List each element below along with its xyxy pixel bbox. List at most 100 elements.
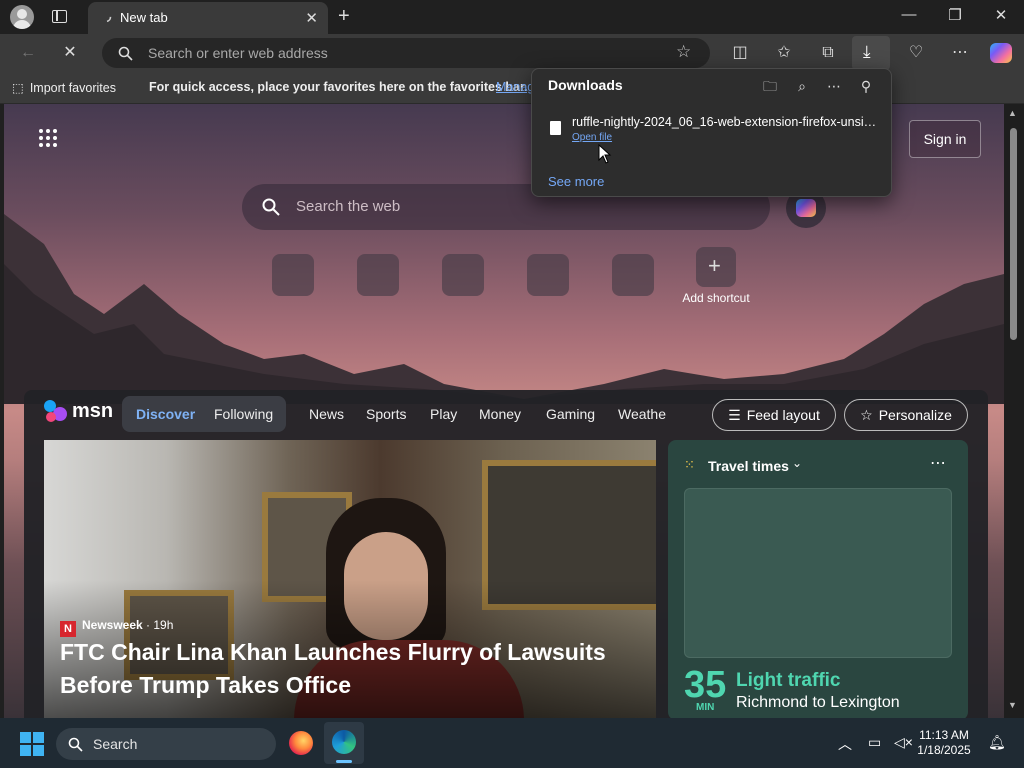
newsweek-logo-icon: N — [60, 621, 76, 637]
more-options-icon[interactable]: ⋯ — [824, 76, 844, 96]
favorites-bar-message: For quick access, place your favorites h… — [149, 80, 528, 94]
taskbar: Search ︿ ▭ ◁× 11:13 AM 1/18/2025 🔔︎ — [0, 718, 1024, 768]
travel-minutes-unit: MIN — [696, 702, 715, 713]
story-headline[interactable]: FTC Chair Lina Khan Launches Flurry of L… — [60, 636, 620, 702]
mouse-cursor-icon — [598, 144, 612, 164]
import-icon: ⬚ — [12, 81, 24, 95]
tab-following[interactable]: Following — [214, 406, 273, 422]
page-scrollbar[interactable]: ▲ ▼ — [1004, 104, 1024, 718]
clock-time: 11:13 AM — [919, 728, 969, 742]
search-downloads-icon[interactable]: ⌕ — [792, 76, 812, 96]
travel-times-title[interactable]: Travel times — [708, 458, 789, 474]
traffic-map[interactable] — [684, 488, 952, 658]
active-app-indicator — [336, 760, 352, 763]
new-tab-button[interactable]: + — [338, 5, 350, 28]
taskbar-search-label: Search — [93, 736, 138, 752]
scroll-down-icon[interactable]: ▼ — [1008, 700, 1017, 710]
file-icon — [550, 121, 561, 135]
import-favorites-button[interactable]: ⬚ Import favorites — [12, 80, 116, 95]
add-shortcut-label: Add shortcut — [682, 291, 750, 305]
split-screen-icon[interactable]: ◫ — [728, 41, 752, 65]
downloads-button[interactable]: ⤓ — [852, 36, 890, 70]
open-folder-icon[interactable]: 🗀 — [760, 76, 780, 96]
copilot-icon[interactable] — [990, 43, 1012, 63]
traffic-icon: ⁙ — [684, 457, 695, 472]
tab-weather[interactable]: Weathe — [618, 406, 666, 422]
shortcut-tile[interactable] — [442, 254, 484, 296]
sliders-icon: ☰ — [728, 407, 741, 423]
downloads-flyout: Downloads 🗀 ⌕ ⋯ ⚲ ruffle-nightly-2024_06… — [531, 68, 892, 197]
taskbar-clock[interactable]: 11:13 AM 1/18/2025 — [904, 728, 984, 758]
favorites-icon[interactable]: ✩ — [772, 41, 796, 65]
close-tab-icon[interactable]: ✕ — [305, 9, 318, 27]
chevron-down-icon[interactable]: ⌄ — [792, 456, 802, 470]
toolbar: ← ✕ Search or enter web address ☆ ◫ ✩ ⧉ … — [0, 34, 1024, 72]
firefox-icon[interactable] — [289, 731, 313, 755]
browser-essentials-icon[interactable]: ♡ — [904, 41, 928, 65]
tab-discover[interactable]: Discover — [136, 406, 195, 422]
tab-money[interactable]: Money — [479, 406, 521, 422]
story-source: N Newsweek · 19h — [60, 618, 173, 637]
edge-icon — [332, 730, 356, 754]
start-button[interactable] — [20, 732, 44, 756]
tab-strip: New tab ✕ + — ❐ ✕ — [0, 0, 1024, 34]
travel-times-card: ⁙ Travel times ⌄ ⋯ 35 MIN Light traffic … — [668, 440, 968, 718]
msn-logo-icon — [44, 400, 70, 424]
close-window-button[interactable]: ✕ — [986, 6, 1016, 24]
sparkle-star-icon: ☆ — [860, 407, 873, 423]
favorite-star-icon[interactable]: ☆ — [676, 42, 691, 62]
show-hidden-icons-chevron-icon[interactable]: ︿ — [838, 734, 852, 754]
travel-minutes: 35 — [684, 664, 727, 706]
plus-icon: + — [708, 253, 721, 278]
manage-favorites-link[interactable]: Manag — [496, 80, 534, 94]
address-placeholder: Search or enter web address — [148, 45, 328, 61]
loading-spinner-icon — [100, 11, 112, 23]
traffic-status: Light traffic — [736, 670, 841, 691]
tab-title: New tab — [120, 10, 168, 25]
msn-feed: msn Discover Following News Sports Play … — [24, 390, 988, 718]
more-options-icon[interactable]: ⋯ — [948, 41, 972, 65]
sign-in-button[interactable]: Sign in — [909, 120, 981, 158]
search-icon — [262, 198, 280, 216]
feed-layout-button[interactable]: ☰ Feed layout — [712, 399, 836, 431]
tab-play[interactable]: Play — [430, 406, 457, 422]
minimize-button[interactable]: — — [894, 6, 924, 23]
tab-gaming[interactable]: Gaming — [546, 406, 595, 422]
scrollbar-thumb[interactable] — [1010, 128, 1017, 340]
network-icon[interactable]: ▭ — [868, 734, 881, 751]
msn-logo-text: msn — [72, 400, 114, 422]
back-icon[interactable]: ← — [16, 41, 40, 65]
personalize-button[interactable]: ☆ Personalize — [844, 399, 968, 431]
collections-icon[interactable]: ⧉ — [816, 41, 840, 65]
notifications-bell-icon[interactable]: 🔔︎ — [988, 734, 1006, 751]
travel-route: Richmond to Lexington — [736, 694, 900, 711]
restore-button[interactable]: ❐ — [940, 6, 970, 24]
tab-new-tab[interactable]: New tab ✕ — [88, 2, 328, 34]
scroll-up-icon[interactable]: ▲ — [1008, 108, 1017, 118]
add-shortcut-button[interactable]: + — [696, 247, 736, 287]
tab-news[interactable]: News — [309, 406, 344, 422]
app-launcher-icon[interactable] — [38, 128, 58, 148]
stop-loading-icon[interactable]: ✕ — [58, 41, 82, 65]
card-more-icon[interactable]: ⋯ — [930, 453, 946, 473]
shortcut-tile[interactable] — [527, 254, 569, 296]
edge-app-button[interactable] — [324, 722, 364, 764]
shortcut-tile[interactable] — [272, 254, 314, 296]
see-more-link[interactable]: See more — [548, 174, 604, 189]
downloads-title: Downloads — [548, 77, 623, 93]
open-file-link[interactable]: Open file — [572, 132, 612, 143]
address-bar[interactable]: Search or enter web address ☆ — [102, 38, 710, 68]
clock-date: 1/18/2025 — [917, 743, 971, 757]
hero-story-card[interactable]: N Newsweek · 19h FTC Chair Lina Khan Laun… — [44, 440, 656, 718]
download-icon: ⤓ — [863, 42, 871, 61]
copilot-icon — [796, 199, 816, 217]
tab-actions-icon[interactable] — [52, 10, 67, 23]
shortcut-tile[interactable] — [357, 254, 399, 296]
profile-avatar[interactable] — [10, 5, 34, 29]
shortcut-tile[interactable] — [612, 254, 654, 296]
taskbar-search[interactable]: Search — [56, 728, 276, 760]
pin-icon[interactable]: ⚲ — [856, 76, 876, 96]
search-icon — [68, 737, 83, 752]
tab-sports[interactable]: Sports — [366, 406, 406, 422]
download-filename[interactable]: ruffle-nightly-2024_06_16-web-extension-… — [572, 115, 877, 129]
